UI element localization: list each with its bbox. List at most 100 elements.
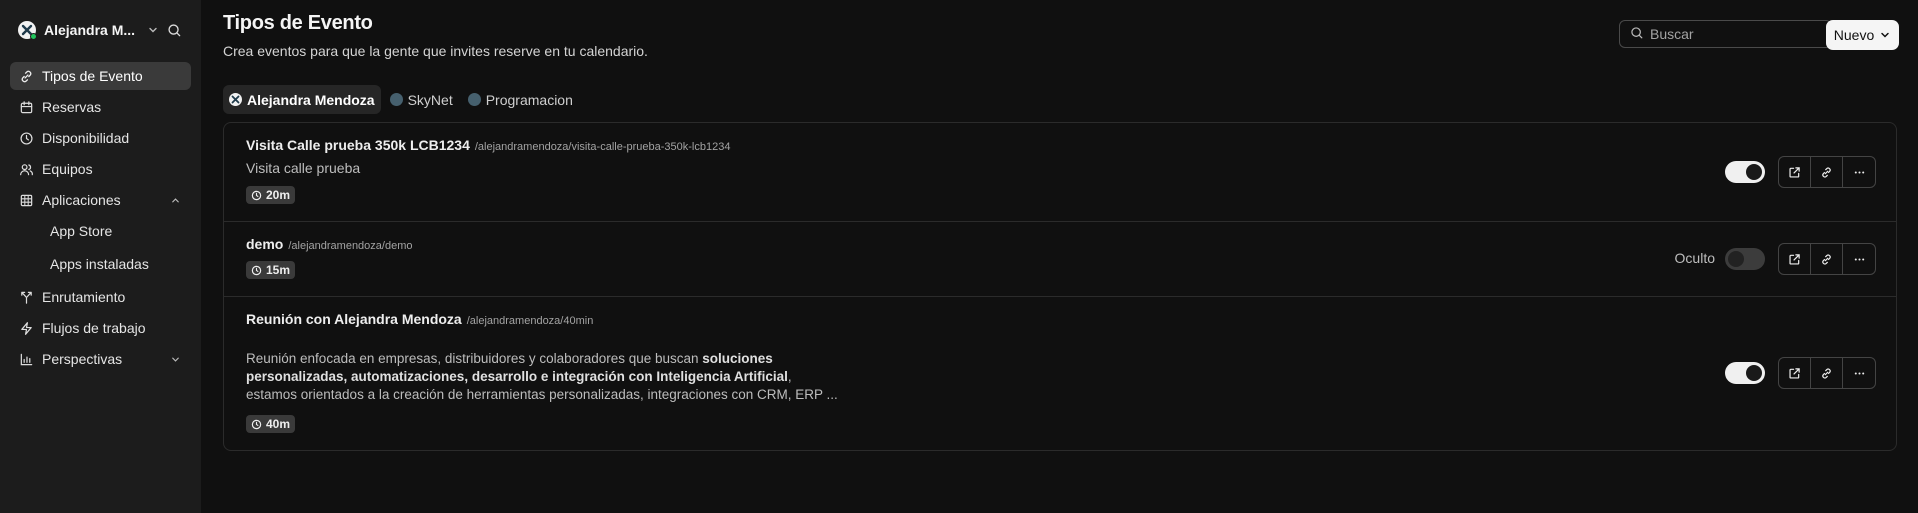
clock-icon — [19, 130, 35, 146]
link-icon — [1822, 166, 1831, 178]
more-options-button[interactable] — [1843, 244, 1875, 274]
sidebar-item-tipos-de-evento[interactable]: Tipos de Evento — [10, 62, 191, 90]
sidebar-subitem-label: App Store — [50, 223, 113, 239]
event-header: Reunión con Alejandra Mendoza /alejandra… — [246, 311, 593, 327]
filter-programacion[interactable]: Programacion — [462, 85, 579, 114]
search-input[interactable] — [1650, 26, 1810, 42]
event-description: Visita calle prueba — [246, 160, 361, 176]
more-horizontal-icon — [1854, 170, 1864, 174]
search-field[interactable] — [1619, 20, 1832, 48]
link-icon — [1822, 367, 1831, 379]
grid-icon — [19, 192, 35, 208]
sidebar-subitem-apps-instaladas[interactable]: Apps instaladas — [10, 250, 191, 278]
chevron-up-icon[interactable] — [170, 194, 182, 206]
sidebar-item-label: Aplicaciones — [42, 192, 121, 208]
hidden-label: Oculto — [1674, 250, 1715, 266]
sidebar-item-perspectivas[interactable]: Perspectivas — [10, 345, 191, 373]
user-menu[interactable]: Alejandra M... — [10, 14, 191, 46]
online-status-dot — [30, 33, 37, 40]
event-actions — [1778, 243, 1876, 275]
event-slug: /alejandramendoza/demo — [288, 240, 413, 252]
more-horizontal-icon — [1854, 257, 1864, 261]
chevron-down-icon[interactable] — [147, 23, 161, 37]
filter-skynet[interactable]: SkyNet — [384, 85, 459, 114]
duration-badge: 40m — [246, 415, 296, 433]
search-icon — [1630, 26, 1650, 43]
event-actions — [1778, 156, 1876, 188]
new-button[interactable]: Nuevo — [1826, 20, 1899, 50]
duration-badge: 20m — [246, 186, 296, 204]
sidebar-item-label: Reservas — [42, 99, 102, 115]
more-options-button[interactable] — [1843, 358, 1875, 388]
duration-label: 15m — [266, 263, 291, 277]
team-avatar — [467, 93, 481, 106]
event-row[interactable]: Reunión con Alejandra Mendoza /alejandra… — [224, 297, 1896, 450]
event-toggle[interactable] — [1725, 161, 1765, 183]
filter-label: SkyNet — [407, 91, 453, 108]
event-title: Visita Calle prueba 350k LCB1234 — [246, 137, 470, 153]
event-slug: /alejandramendoza/40min — [466, 315, 594, 327]
main-content: Tipos de Evento Crea eventos para que la… — [201, 0, 1918, 513]
clock-icon — [251, 419, 262, 429]
sidebar-item-label: Enrutamiento — [42, 289, 126, 305]
copy-link-button[interactable] — [1811, 358, 1843, 388]
event-toggle[interactable] — [1725, 362, 1765, 384]
split-icon — [19, 289, 35, 305]
external-link-button[interactable] — [1779, 244, 1811, 274]
link-icon — [19, 68, 35, 84]
filter-label: Programacion — [485, 91, 573, 108]
chevron-down-icon — [1881, 32, 1889, 38]
sidebar-item-equipos[interactable]: Equipos — [10, 155, 191, 183]
event-row[interactable]: demo /alejandramendoza/demo 15m Oculto — [224, 222, 1896, 297]
event-slug: /alejandramendoza/visita-calle-prueba-35… — [474, 141, 731, 153]
avatar — [18, 21, 37, 40]
sidebar-subitem-app-store[interactable]: App Store — [10, 217, 191, 245]
user-name: Alejandra M... — [44, 22, 136, 38]
sidebar-item-enrutamiento[interactable]: Enrutamiento — [10, 283, 191, 311]
event-description: Reunión enfocada en empresas, distribuid… — [246, 350, 846, 404]
clock-icon — [251, 190, 262, 200]
sidebar-item-label: Disponibilidad — [42, 130, 130, 146]
team-avatar — [389, 93, 403, 106]
sidebar: Alejandra M... Tipos de Evento Reservas — [0, 0, 201, 513]
clock-icon — [251, 265, 262, 275]
zap-icon — [19, 320, 35, 336]
sidebar-item-label: Equipos — [42, 161, 93, 177]
calendar-icon — [19, 99, 35, 115]
external-link-button[interactable] — [1779, 157, 1811, 187]
more-horizontal-icon — [1854, 371, 1864, 375]
event-title: demo — [246, 236, 284, 252]
link-icon — [1822, 253, 1831, 265]
external-link-button[interactable] — [1779, 358, 1811, 388]
copy-link-button[interactable] — [1811, 157, 1843, 187]
event-title: Reunión con Alejandra Mendoza — [246, 311, 462, 327]
event-row[interactable]: Visita Calle prueba 350k LCB1234 /alejan… — [224, 123, 1896, 222]
sidebar-item-reservas[interactable]: Reservas — [10, 93, 191, 121]
filter-label: Alejandra Mendoza — [247, 91, 375, 108]
app: Alejandra M... Tipos de Evento Reservas — [0, 0, 1918, 513]
external-link-icon — [1789, 367, 1800, 379]
search-icon[interactable] — [167, 22, 183, 38]
sidebar-item-flujos-de-trabajo[interactable]: Flujos de trabajo — [10, 314, 191, 342]
more-options-button[interactable] — [1843, 157, 1875, 187]
event-types-list: Visita Calle prueba 350k LCB1234 /alejan… — [223, 122, 1897, 451]
sidebar-subitem-label: Apps instaladas — [50, 256, 149, 272]
sidebar-item-label: Tipos de Evento — [42, 68, 143, 84]
sidebar-item-label: Perspectivas — [42, 351, 123, 367]
sidebar-item-aplicaciones[interactable]: Aplicaciones — [10, 186, 191, 214]
copy-link-button[interactable] — [1811, 244, 1843, 274]
event-header: Visita Calle prueba 350k LCB1234 /alejan… — [246, 137, 730, 153]
chevron-down-icon[interactable] — [170, 353, 182, 365]
new-button-label: Nuevo — [1833, 27, 1875, 43]
external-link-icon — [1789, 166, 1800, 178]
event-toggle[interactable] — [1725, 248, 1765, 270]
sidebar-item-label: Flujos de trabajo — [42, 320, 146, 336]
duration-label: 20m — [266, 188, 291, 202]
users-icon — [19, 161, 35, 177]
sidebar-item-disponibilidad[interactable]: Disponibilidad — [10, 124, 191, 152]
event-actions — [1778, 357, 1876, 389]
filter-alejandra-mendoza[interactable]: Alejandra Mendoza — [223, 85, 381, 114]
description-text: Reunión enfocada en empresas, distribuid… — [246, 351, 703, 366]
bar-chart-icon — [19, 351, 35, 367]
event-header: demo /alejandramendoza/demo — [246, 236, 412, 252]
